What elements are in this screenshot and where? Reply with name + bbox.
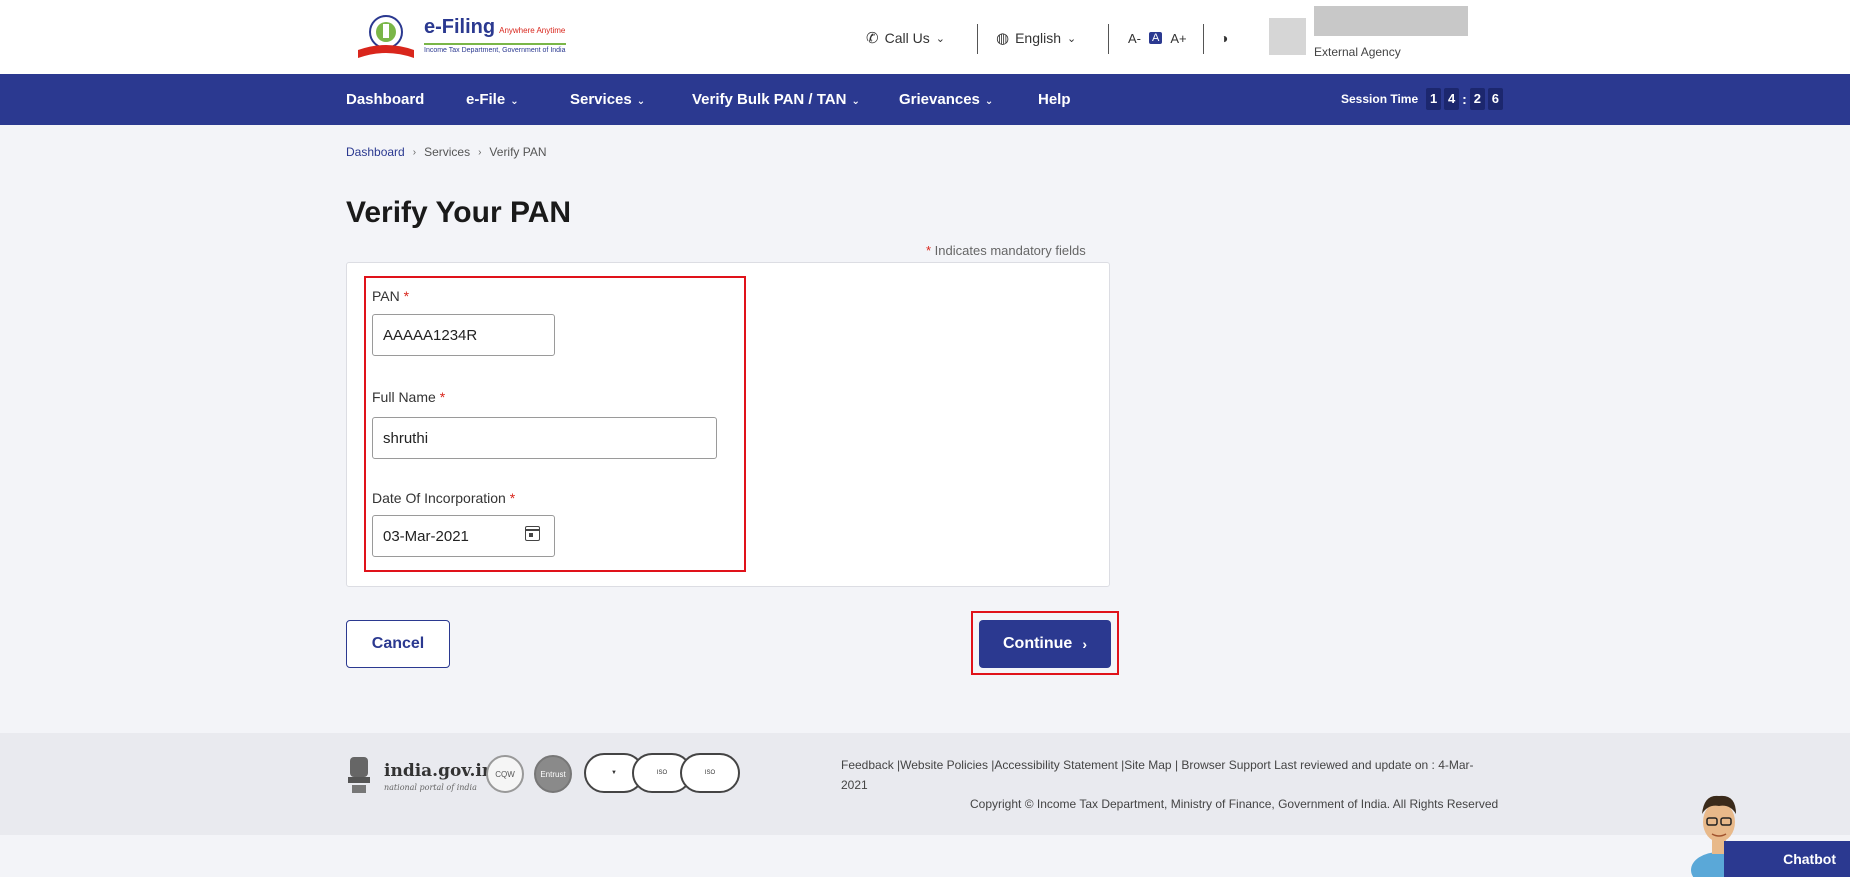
india-gov-link[interactable]: india.gov.in [384, 761, 494, 781]
session-timer: Session Time 1 4 : 2 6 [1341, 88, 1506, 110]
pan-label: PAN * [372, 288, 410, 304]
calendar-icon[interactable] [525, 526, 540, 541]
nav-help[interactable]: Help [1038, 91, 1071, 108]
iso-certification-badges: ▼ ISO ISO [584, 753, 754, 793]
session-colon: : [1462, 91, 1467, 107]
copyright-text: Copyright © Income Tax Department, Minis… [970, 797, 1499, 811]
chevron-down-icon: ⌄ [636, 96, 646, 107]
font-increase-button[interactable]: A+ [1170, 31, 1186, 46]
session-digit: 1 [1426, 88, 1442, 110]
top-header: e-Filing Anywhere Anytime Income Tax Depa… [0, 0, 1850, 74]
nav-services[interactable]: Services ⌄ [570, 91, 645, 108]
call-us-label: Call Us [884, 30, 930, 46]
chevron-right-icon: › [1082, 636, 1087, 652]
page-title: Verify Your PAN [346, 196, 572, 229]
header-divider [1203, 24, 1204, 54]
nav-grievances[interactable]: Grievances ⌄ [899, 91, 993, 108]
chevron-down-icon: ⌄ [851, 96, 860, 107]
session-digit: 4 [1444, 88, 1460, 110]
pan-input[interactable]: AAAAA1234R [372, 314, 555, 356]
contrast-icon: ◑ [1220, 30, 1229, 46]
breadcrumb-services[interactable]: Services [424, 145, 470, 159]
chevron-down-icon: ⌄ [1067, 32, 1077, 45]
font-decrease-button[interactable]: A- [1128, 31, 1141, 46]
chevron-down-icon: ⌄ [510, 96, 519, 107]
chevron-down-icon: ⌄ [935, 32, 945, 45]
language-label: English [1015, 30, 1062, 46]
user-avatar[interactable] [1269, 18, 1306, 55]
font-normal-button[interactable]: A [1149, 32, 1163, 44]
call-us-menu[interactable]: ✆ Call Us ⌄ [866, 26, 945, 50]
emblem-logo-icon [358, 15, 414, 58]
chevron-right-icon: › [478, 146, 482, 158]
breadcrumb-dashboard[interactable]: Dashboard [346, 145, 405, 159]
date-of-incorporation-input[interactable]: 03-Mar-2021 [372, 515, 555, 557]
breadcrumb-current: Verify PAN [489, 145, 547, 159]
national-emblem-icon [348, 757, 370, 793]
nav-dashboard[interactable]: Dashboard [346, 91, 424, 108]
chevron-right-icon: › [412, 146, 417, 158]
footer: india.gov.in national portal of india CQ… [0, 733, 1850, 835]
globe-icon: ◍ [996, 30, 1010, 47]
iso-badge-icon: ISO [680, 753, 740, 793]
breadcrumb: Dashboard › Services › Verify PAN [346, 145, 547, 159]
header-divider [1108, 24, 1109, 54]
cqw-badge-icon[interactable]: CQW [486, 755, 524, 793]
user-name-redacted [1314, 6, 1468, 36]
mandatory-note: * Indicates mandatory fields [926, 243, 1086, 258]
chevron-down-icon: ⌄ [984, 96, 994, 107]
full-name-label: Full Name * [372, 389, 446, 405]
entrust-badge-icon[interactable]: Entrust [534, 755, 572, 793]
date-of-incorporation-label: Date Of Incorporation * [372, 490, 516, 506]
brand-tagline: Anywhere Anytime [499, 26, 566, 35]
nav-efile[interactable]: e-File ⌄ [466, 91, 519, 108]
full-name-input[interactable]: shruthi [372, 417, 717, 459]
date-value: 03-Mar-2021 [383, 527, 469, 545]
chatbot-widget[interactable]: Chatbot [1684, 782, 1850, 877]
india-gov-subtitle: national portal of india [384, 783, 477, 792]
header-divider [977, 24, 978, 54]
chatbot-button[interactable]: Chatbot [1724, 841, 1850, 877]
brand-name: e-Filing Anywhere Anytime [424, 16, 566, 38]
contrast-toggle[interactable]: ◑ [1220, 26, 1228, 50]
cancel-button[interactable]: Cancel [346, 620, 450, 668]
main-nav: Dashboard e-File ⌄ Services ⌄ Verify Bulk … [0, 74, 1850, 125]
footer-links[interactable]: Feedback |Website Policies |Accessibilit… [841, 755, 1491, 795]
brand-subtitle: Income Tax Department, Government of Ind… [424, 43, 566, 54]
continue-button[interactable]: Continue › [979, 620, 1111, 668]
efiling-logo[interactable]: e-Filing Anywhere Anytime Income Tax Depa… [352, 12, 592, 62]
user-role: External Agency [1314, 45, 1401, 59]
font-size-controls: A- A A+ [1128, 26, 1195, 50]
session-digit: 2 [1469, 88, 1485, 110]
session-digit: 6 [1487, 88, 1503, 110]
phone-icon: ✆ [866, 30, 879, 47]
session-label: Session Time [1341, 92, 1419, 106]
nav-verify-bulk[interactable]: Verify Bulk PAN / TAN ⌄ [692, 91, 860, 108]
language-selector[interactable]: ◍ English ⌄ [996, 26, 1076, 50]
